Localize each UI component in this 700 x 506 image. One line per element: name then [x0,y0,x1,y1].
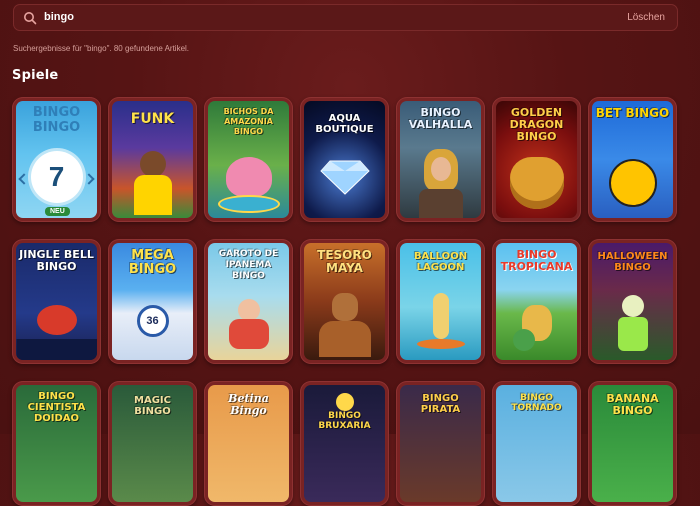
game-thumbnail: MEGA BINGO 36 [112,243,193,360]
chevron-left-icon [18,173,30,185]
game-title: FUNK [130,111,175,127]
game-thumbnail: BINGO BRUXARIA [304,385,385,502]
float-ring [217,195,280,213]
game-thumbnail: GOLDEN DRAGON BINGO [496,101,577,218]
game-card-balloon-lagoon[interactable]: BALLOON LAGOON [396,239,485,364]
game-thumbnail: GAROTO DE IPANEMA BINGO [208,243,289,360]
game-card-mega-bingo[interactable]: MEGA BINGO 36 [108,239,197,364]
dragon-head [509,157,564,209]
character-head [139,151,166,177]
game-card-halloween-bingo[interactable]: HALLOWEEN BINGO [588,239,677,364]
game-title: BANANA BINGO [606,392,659,417]
game-card-bichos[interactable]: BICHOS DA AMAZONIA BINGO [204,97,293,222]
character-head [237,299,260,321]
game-thumbnail: HALLOWEEN BINGO [592,243,673,360]
warrior-body [318,321,371,357]
game-title: HALLOWEEN BINGO [597,251,668,273]
game-thumbnail: BINGO CIENTISTA DOIDAO [16,385,97,502]
game-thumbnail: AQUA BOUTIQUE [304,101,385,218]
game-thumbnail: BINGO TROPICANA [496,243,577,360]
game-thumbnail: TESORO MAYA [304,243,385,360]
game-card-garoto-ipanema[interactable]: GAROTO DE IPANEMA BINGO [204,239,293,364]
game-card-aqua-boutique[interactable]: AQUA BOUTIQUE [300,97,389,222]
game-thumbnail: BET BINGO [592,101,673,218]
game-card-betina-bingo[interactable]: Betina Bingo [204,381,293,506]
santa-sleigh [36,305,77,335]
bingo-ball: 7 [30,151,83,203]
game-card-golden-dragon[interactable]: GOLDEN DRAGON BINGO [492,97,581,222]
game-title: BICHOS DA AMAZONIA BINGO [223,107,274,136]
game-thumbnail: BICHOS DA AMAZONIA BINGO [208,101,289,218]
game-thumbnail: BANANA BINGO [592,385,673,502]
new-badge: NEU [45,207,70,216]
ball-number: 7 [48,161,65,192]
game-card-tesoro-maya[interactable]: TESORO MAYA [300,239,389,364]
game-title: GOLDEN DRAGON BINGO [509,106,564,143]
dolphin-character [225,157,272,197]
skeleton-body [617,317,648,351]
game-title: BINGO BINGO [32,105,81,135]
character-body [133,175,172,215]
character [432,293,449,339]
skull [621,295,644,317]
bingo-ball: 36 [136,305,169,337]
character-body [228,319,269,349]
game-thumbnail: BALLOON LAGOON [400,243,481,360]
game-card-bingo-cientista[interactable]: BINGO CIENTISTA DOIDAO [12,381,101,506]
games-grid: BINGO BINGO 7 NEU FUNK BICHOS DA AMAZONI… [0,0,700,506]
game-card-bingo-pirata[interactable]: BINGO PIRATA [396,381,485,506]
game-card-bingo-bruxaria[interactable]: BINGO BRUXARIA [300,381,389,506]
game-thumbnail: BINGO VALHALLA [400,101,481,218]
game-title: BINGO CIENTISTA DOIDAO [27,391,86,424]
moon [335,393,354,411]
game-thumbnail: JINGLE BELL BINGO [16,243,97,360]
game-thumbnail: BINGO PIRATA [400,385,481,502]
game-card-banana-bingo[interactable]: BANANA BINGO [588,381,677,506]
game-thumbnail: FUNK [112,101,193,218]
game-thumbnail: MAGIC BINGO [112,385,193,502]
game-title: BINGO TORNADO [511,393,562,413]
ball-number: 36 [146,315,159,327]
game-title: BINGO TROPICANA [500,248,573,273]
rooftops [16,339,97,360]
chevron-right-icon [83,173,95,185]
game-card-bingo-tropicana[interactable]: BINGO TROPICANA [492,239,581,364]
game-title: AQUA BOUTIQUE [315,113,374,135]
game-title: GAROTO DE IPANEMA BINGO [218,249,279,281]
warrior-head [331,293,358,321]
diamond-icon [319,160,370,195]
game-title: BALLOON LAGOON [413,251,468,273]
game-card-jingle-bell[interactable]: JINGLE BELL BINGO [12,239,101,364]
game-title: JINGLE BELL BINGO [19,248,94,273]
warrior-face [430,157,451,181]
game-card-magic-bingo[interactable]: MAGIC BINGO [108,381,197,506]
game-card-bet-bingo[interactable]: BET BINGO [588,97,677,222]
game-title: BINGO VALHALLA [408,106,473,131]
game-card-bingo-tornado[interactable]: BINGO TORNADO [492,381,581,506]
game-title: MAGIC BINGO [134,395,171,417]
game-title: MEGA BINGO [128,248,177,277]
game-title: BINGO BRUXARIA [318,411,371,431]
ball-mascot [608,159,657,207]
watermelon [513,329,535,351]
game-card-bingo-bingo[interactable]: BINGO BINGO 7 NEU [12,97,101,222]
game-title: BINGO PIRATA [420,393,461,415]
game-thumbnail: BINGO BINGO 7 NEU [16,101,97,218]
game-card-funk[interactable]: FUNK [108,97,197,222]
surfboard [416,339,465,349]
game-card-bingo-valhalla[interactable]: BINGO VALHALLA [396,97,485,222]
game-thumbnail: Betina Bingo [208,385,289,502]
game-thumbnail: BINGO TORNADO [496,385,577,502]
warrior-body [418,189,463,218]
game-title: BET BINGO [595,106,670,120]
game-title: TESORO MAYA [317,248,372,275]
game-title: Betina Bingo [228,392,269,417]
